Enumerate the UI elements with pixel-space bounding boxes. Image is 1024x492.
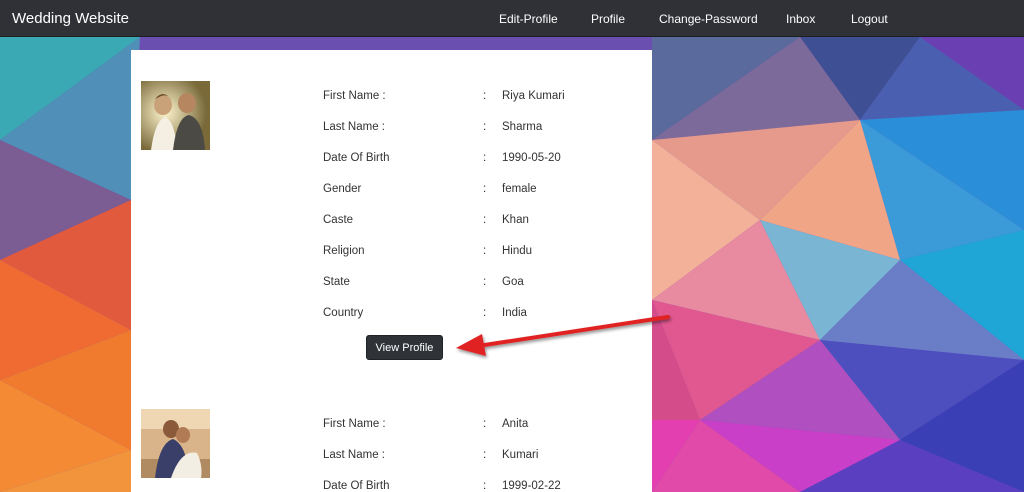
view-profile-button[interactable]: View Profile xyxy=(366,335,443,360)
field-label: Date Of Birth xyxy=(323,152,390,164)
field-label: First Name : xyxy=(323,418,386,430)
field-value: Hindu xyxy=(502,245,533,257)
field-label: Religion xyxy=(323,245,365,257)
field-label: State xyxy=(323,276,350,288)
field-last-name: Last Name : : Sharma xyxy=(323,121,643,137)
nav-link-profile[interactable]: Profile xyxy=(591,12,625,26)
top-navbar: Wedding Website Edit-Profile Profile Cha… xyxy=(0,0,1024,37)
nav-link-edit-profile[interactable]: Edit-Profile xyxy=(499,12,558,26)
field-value: Kumari xyxy=(502,449,539,461)
field-label: Last Name : xyxy=(323,449,385,461)
field-value: Goa xyxy=(502,276,524,288)
field-label: Last Name : xyxy=(323,121,385,133)
field-colon: : xyxy=(483,183,487,195)
nav-link-logout[interactable]: Logout xyxy=(851,12,888,26)
field-label: Country xyxy=(323,307,364,319)
field-colon: : xyxy=(483,245,487,257)
field-date-of-birth: Date Of Birth : 1990-05-20 xyxy=(323,152,643,168)
field-colon: : xyxy=(483,121,487,133)
profile-photo xyxy=(141,81,210,150)
field-colon: : xyxy=(483,90,487,102)
annotation-arrow xyxy=(456,315,670,356)
field-label: Caste xyxy=(323,214,354,226)
field-caste: Caste : Khan xyxy=(323,214,643,230)
field-value: Khan xyxy=(502,214,529,226)
field-value: Anita xyxy=(502,418,529,430)
field-date-of-birth: Date Of Birth : 1999-02-22 xyxy=(323,480,643,492)
field-label: Date Of Birth xyxy=(323,480,390,492)
profile-photo xyxy=(141,409,210,478)
field-colon: : xyxy=(483,418,487,430)
field-colon: : xyxy=(483,276,487,288)
field-value: Riya Kumari xyxy=(502,90,565,102)
field-label: First Name : xyxy=(323,90,386,102)
field-gender: Gender : female xyxy=(323,183,643,199)
nav-link-change-password[interactable]: Change-Password xyxy=(659,12,758,26)
field-value: 1990-05-20 xyxy=(502,152,561,164)
field-first-name: First Name : : Anita xyxy=(323,418,643,434)
field-colon: : xyxy=(483,449,487,461)
field-first-name: First Name : : Riya Kumari xyxy=(323,90,643,106)
field-value: 1999-02-22 xyxy=(502,480,561,492)
field-colon: : xyxy=(483,152,487,164)
field-colon: : xyxy=(483,214,487,226)
field-last-name: Last Name : : Kumari xyxy=(323,449,643,465)
site-brand[interactable]: Wedding Website xyxy=(12,10,129,27)
field-state: State : Goa xyxy=(323,276,643,292)
profile-list-panel: First Name : : Riya Kumari Last Name : :… xyxy=(131,50,652,492)
field-religion: Religion : Hindu xyxy=(323,245,643,261)
field-value: female xyxy=(502,183,537,195)
field-value: Sharma xyxy=(502,121,543,133)
field-colon: : xyxy=(483,480,487,492)
nav-link-inbox[interactable]: Inbox xyxy=(786,12,815,26)
field-label: Gender xyxy=(323,183,362,195)
